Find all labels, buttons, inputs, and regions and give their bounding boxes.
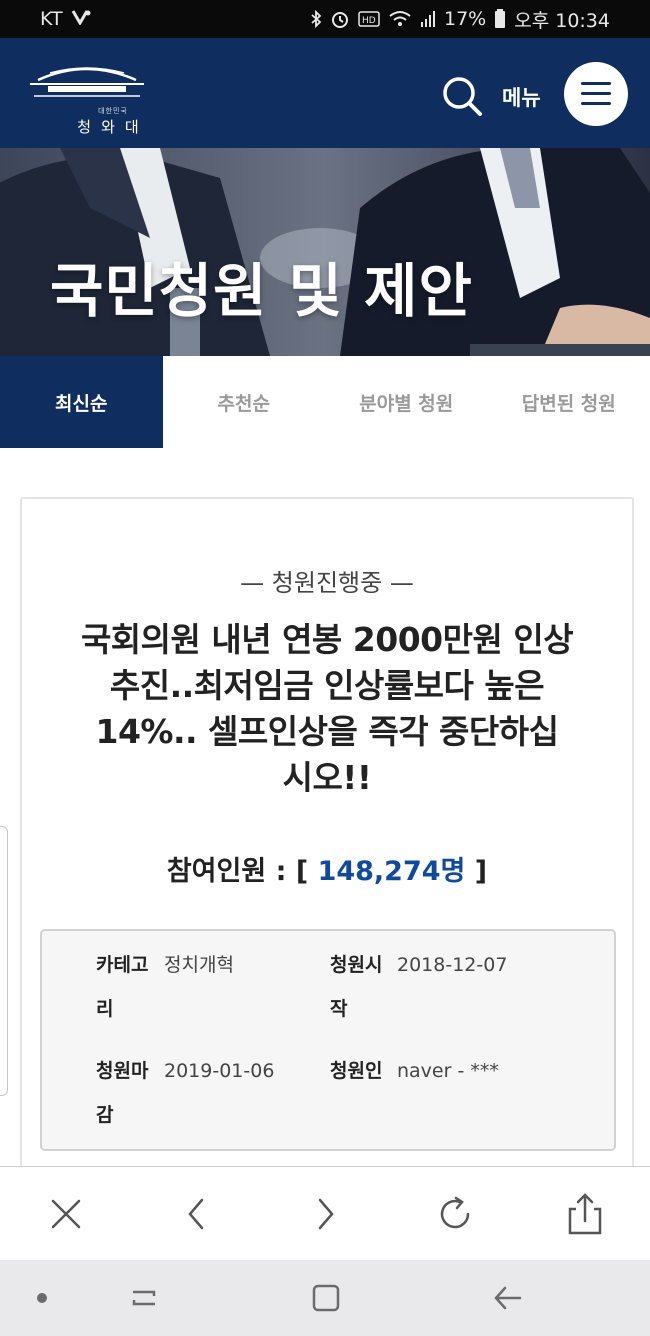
home-button[interactable]: [306, 1280, 346, 1316]
search-button[interactable]: [440, 74, 484, 118]
menu-label[interactable]: 메뉴: [502, 82, 541, 112]
dot-icon: [37, 1293, 47, 1303]
nav-dot-button[interactable]: [22, 1280, 62, 1316]
carrier-v-icon: [71, 8, 93, 30]
petition-state: — 청원진행중 —: [240, 569, 414, 597]
alarm-icon: [330, 9, 350, 29]
petition-title-line: 국회의원 내년 연봉 2000만원 인상: [80, 620, 574, 659]
logo-country: 대한민국: [98, 107, 128, 115]
petition-title-line: 14%.. 셀프인상을 즉각 중단하십: [95, 712, 560, 751]
close-tab-button[interactable]: [41, 1189, 91, 1239]
category-value: 정치개혁: [164, 954, 234, 976]
end-date-label-line: 청원마: [96, 1060, 149, 1082]
tab-by-category[interactable]: 분야별 청원: [325, 356, 488, 448]
recent-apps-button[interactable]: [124, 1280, 164, 1316]
page-title: 국민청원 및 제안: [50, 257, 473, 325]
start-date-value: 2018-12-07: [397, 954, 508, 976]
petition-state-label: 청원진행중: [271, 569, 383, 597]
end-date-label: 청원마 감: [96, 1049, 148, 1137]
signal-icon: [420, 10, 436, 28]
end-date-value: 2019-01-06: [164, 1060, 275, 1082]
hero-banner: 국민청원 및 제안: [0, 148, 650, 356]
petition-title-line: 추진..최저임금 인상률보다 높은: [109, 666, 545, 705]
forward-button[interactable]: [301, 1189, 351, 1239]
participants-count: 148,274명: [317, 856, 466, 887]
share-button[interactable]: [560, 1189, 610, 1239]
carrier-label: KT: [40, 8, 63, 30]
battery-icon: [494, 9, 506, 29]
category-label-line: 리: [96, 998, 114, 1020]
wifi-icon: [388, 10, 412, 28]
back-arrow-icon: [494, 1286, 522, 1310]
chevron-right-icon: [318, 1198, 334, 1230]
sort-tabs: 최신순 추천순 분야별 청원 답변된 청원: [0, 356, 650, 448]
tab-recommended[interactable]: 추천순: [162, 356, 325, 448]
status-bar: KT HD 17% 오후 10:34: [0, 0, 650, 38]
participants-open-bracket: [: [295, 856, 309, 887]
system-nav-bar: [0, 1260, 650, 1336]
petitioner-label: 청원인: [330, 1060, 383, 1082]
start-date-label: 청원시 작: [330, 943, 382, 1031]
browser-toolbar: [0, 1166, 650, 1260]
clock: 오후 10:34: [514, 9, 610, 32]
close-icon: [51, 1199, 81, 1229]
category-label: 카테고 리: [96, 943, 148, 1031]
site-header: 대한민국 청와대 메뉴: [0, 38, 650, 148]
petition-info-box: 카테고 리 정치개혁 청원시 작 2018-12-07 청원마 감 2019-0…: [40, 929, 616, 1151]
back-button[interactable]: [171, 1189, 221, 1239]
category-label-line: 카테고: [96, 954, 149, 976]
tab-latest[interactable]: 최신순: [0, 356, 163, 448]
start-date-label-line: 청원시: [330, 954, 383, 976]
logo-name: 청와대: [77, 118, 149, 136]
battery-percent: 17%: [444, 8, 487, 30]
end-date-label-line: 감: [96, 1104, 114, 1126]
petition-title-line: 시오!!: [282, 758, 372, 797]
home-icon: [312, 1284, 340, 1312]
chevron-left-icon: [188, 1198, 204, 1230]
participants-close-bracket: ]: [474, 856, 488, 887]
petition-card: — 청원진행중 — 국회의원 내년 연봉 2000만원 인상 추진..최저임금 …: [20, 497, 634, 1197]
start-date-label-line: 작: [330, 998, 348, 1020]
system-back-button[interactable]: [488, 1280, 528, 1316]
recent-apps-icon: [132, 1290, 156, 1306]
search-icon: [443, 77, 482, 116]
petition-title: 국회의원 내년 연봉 2000만원 인상 추진..최저임금 인상률보다 높은 1…: [62, 617, 592, 801]
share-icon: [568, 1193, 602, 1235]
participants-label: 참여인원 :: [166, 856, 287, 887]
bluetooth-icon: [310, 10, 322, 28]
cheongwadae-logo[interactable]: 대한민국 청와대: [28, 60, 146, 136]
edge-panel-handle[interactable]: [0, 826, 8, 1096]
blue-house-roof-icon: [30, 67, 144, 97]
menu-button[interactable]: [564, 62, 628, 126]
petitioner-value: naver - ***: [397, 1060, 499, 1082]
tab-answered[interactable]: 답변된 청원: [487, 356, 650, 448]
participants: 참여인원 : [ 148,274명 ]: [22, 849, 632, 888]
hd-icon: HD: [358, 11, 380, 27]
svg-text:HD: HD: [362, 16, 376, 26]
reload-icon: [440, 1196, 470, 1229]
reload-button[interactable]: [430, 1189, 480, 1239]
